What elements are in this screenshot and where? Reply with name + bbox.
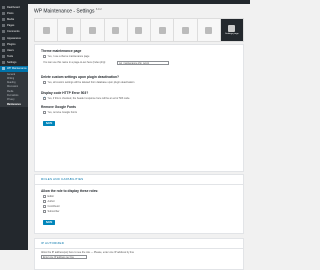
- menu-icon: [2, 42, 5, 46]
- clock-icon: [112, 26, 120, 34]
- menu-icon: [2, 48, 5, 52]
- role-checkbox[interactable]: [43, 205, 46, 208]
- role-option-label: Contributor: [47, 205, 60, 208]
- tab-search[interactable]: [151, 19, 175, 41]
- sidebar-item-label: Comments: [7, 30, 20, 34]
- role-checkbox[interactable]: [43, 200, 46, 203]
- settings-submenu: General Writing Reading Discussion Media Perm…: [0, 72, 28, 108]
- maintenance-icon: [2, 67, 5, 71]
- sidebar-item-label: WP Maintenance: [7, 67, 27, 71]
- menu-icon: [2, 5, 5, 9]
- tab-image[interactable]: [58, 19, 82, 41]
- text-icon: [89, 26, 97, 34]
- google-checkbox-row[interactable]: Yes, remove Google Fonts: [43, 111, 77, 114]
- tab-label: Settings page: [225, 33, 239, 35]
- delete-checkbox-label: Yes, all custom settings will be deleted…: [47, 81, 135, 84]
- role-checkbox[interactable]: [43, 195, 46, 198]
- gear-icon: [228, 25, 236, 32]
- tab-code[interactable]: [128, 19, 152, 41]
- sidebar-item-label: Posts: [7, 11, 14, 15]
- tab-clock[interactable]: [105, 19, 128, 41]
- delete-section-title: Delete custom settings upon plugin deact…: [41, 75, 120, 79]
- menu-icon: [2, 55, 5, 59]
- http-section-title: Display code HTTP Error 503?: [41, 91, 89, 95]
- role-checkbox[interactable]: [43, 210, 46, 213]
- tab-sliders[interactable]: [198, 19, 221, 41]
- layout-icon: [181, 26, 189, 34]
- sidebar-item-label: Appearance: [7, 36, 21, 40]
- sidebar-item-label: Plugins: [7, 42, 16, 46]
- ip-textarea[interactable]: Enter one IP address per line: [41, 255, 87, 259]
- role-option-label: Subscriber: [47, 210, 60, 213]
- google-section-title: Remove Google Fonts: [41, 105, 76, 109]
- sidebar-item-label: Users: [7, 48, 14, 52]
- theme-checkbox-label: Yes, I use a theme maintenance page: [47, 55, 90, 58]
- tab-text[interactable]: [81, 19, 105, 41]
- http-checkbox-label: Yes, if this is checked, the header resp…: [47, 97, 131, 100]
- sidebar-item-label: Tools: [7, 55, 14, 59]
- theme-input[interactable]: wp_maintenance.php_templ: [117, 60, 169, 65]
- role-option[interactable]: Editor: [43, 195, 54, 198]
- page-title-text: WP Maintenance - Settings: [34, 8, 95, 15]
- code-icon: [135, 26, 143, 34]
- version-label: 6.0.2: [95, 8, 102, 11]
- theme-checkbox[interactable]: [43, 55, 46, 58]
- role-option[interactable]: Subscriber: [43, 210, 59, 213]
- ip-box: IP AUTORIZED Allow the IP address(es) he…: [34, 238, 244, 270]
- menu-icon: [2, 61, 5, 65]
- theme-section-title: Theme maintenance page: [41, 49, 82, 53]
- tab-palette[interactable]: [35, 19, 59, 41]
- page-title: WP Maintenance - Settings 6.0.2: [34, 8, 102, 15]
- ip-label: Allow the IP address(es) here to see the…: [41, 251, 135, 254]
- role-option-label: Author: [47, 200, 55, 203]
- image-icon: [65, 26, 73, 34]
- menu-icon: [2, 30, 5, 34]
- submenu-item[interactable]: Maintenance: [0, 103, 28, 107]
- sidebar-item-label: Dashboard: [7, 5, 20, 9]
- theme-checkbox-row[interactable]: Yes, I use a theme maintenance page: [43, 55, 89, 58]
- role-option-label: Editor: [47, 195, 55, 198]
- admin-sidebar: Dashboard Posts Media Pages Comments App…: [0, 4, 28, 250]
- delete-checkbox[interactable]: [43, 81, 46, 84]
- http-checkbox-row[interactable]: ✓ Yes, if this is checked, the header re…: [43, 97, 130, 100]
- theme-input-label: You can use this name in a page-to-set h…: [43, 61, 106, 64]
- google-checkbox[interactable]: [43, 111, 46, 114]
- role-option[interactable]: Author: [43, 200, 55, 203]
- tab-gear[interactable]: Settings page: [220, 19, 243, 41]
- google-checkbox-label: Yes, remove Google Fonts: [47, 111, 78, 114]
- roles-box: ROLES AND CAPABILITIES Allow the role to…: [34, 174, 244, 234]
- http-checkbox[interactable]: ✓: [43, 97, 46, 100]
- roles-title: Allow the role to display these roles:: [41, 189, 99, 193]
- tab-layout[interactable]: [174, 19, 198, 41]
- general-settings-box: Theme maintenance page Yes, I use a them…: [34, 44, 244, 172]
- menu-icon: [2, 36, 5, 40]
- roles-header: ROLES AND CAPABILITIES: [35, 175, 243, 185]
- palette-icon: [42, 26, 50, 34]
- menu-icon: [2, 17, 5, 21]
- menu-icon: [2, 11, 5, 15]
- main-content: WP Maintenance - Settings 6.0.2 Settings…: [28, 4, 250, 270]
- save-button[interactable]: SAVE: [43, 121, 55, 126]
- delete-checkbox-row[interactable]: Yes, all custom settings will be deleted…: [43, 81, 134, 84]
- role-option[interactable]: Contributor: [43, 205, 60, 208]
- ip-header: IP AUTORIZED: [35, 239, 243, 249]
- roles-save-button[interactable]: SAVE: [43, 220, 55, 225]
- settings-tabs: Settings page: [34, 18, 244, 42]
- sliders-icon: [205, 26, 213, 34]
- sidebar-item-label: Pages: [7, 24, 15, 28]
- search-icon: [158, 26, 166, 34]
- sidebar-item-label: Settings: [7, 61, 17, 65]
- menu-icon: [2, 24, 5, 28]
- sidebar-item-label: Media: [7, 17, 15, 21]
